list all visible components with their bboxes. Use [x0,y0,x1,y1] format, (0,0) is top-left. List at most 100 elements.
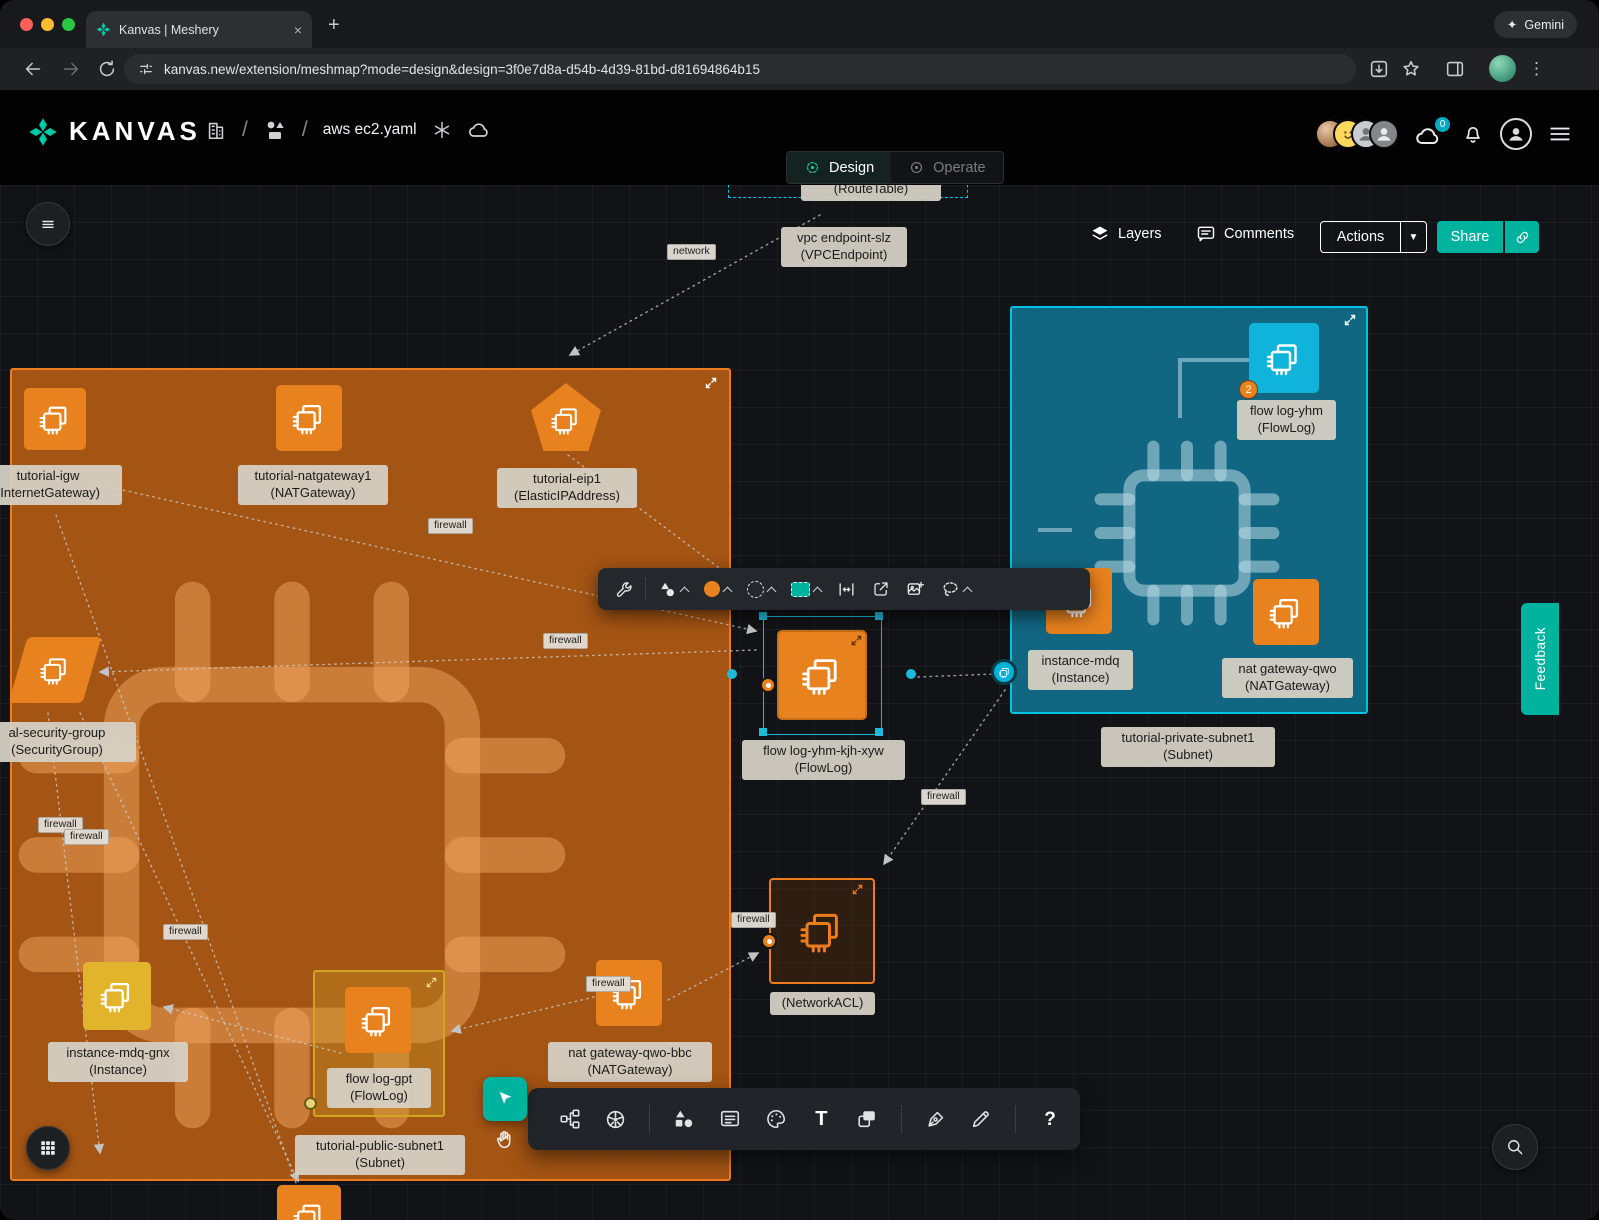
zoom-button[interactable] [1492,1124,1538,1170]
tab-operate[interactable]: Operate [891,152,1002,183]
selection-handle[interactable] [759,612,767,620]
node-instance-gnx[interactable] [83,962,151,1030]
node-label-natgateway1: tutorial-natgateway1 (NATGateway) [238,465,388,505]
traffic-close-button[interactable] [20,18,33,31]
node-label-private-subnet: tutorial-private-subnet1 (Subnet) [1101,727,1275,767]
pencil-icon [970,1108,992,1130]
relationships-tool[interactable] [558,1106,582,1132]
relationship-badge[interactable] [761,933,777,949]
selection-handle[interactable] [759,728,767,736]
resize-text-tool[interactable] [829,568,864,610]
selection-handle[interactable] [875,612,883,620]
rectangle-node-tool[interactable] [783,568,829,610]
expand-icon[interactable] [852,884,863,895]
user-profile-button[interactable] [1500,118,1532,150]
tab-design[interactable]: Design [787,152,891,183]
help-tool[interactable]: ? [1038,1106,1062,1132]
pen-tool[interactable] [924,1106,948,1132]
gemini-badge[interactable]: ✦ Gemini [1494,11,1577,38]
workspace-icon[interactable] [263,118,287,142]
node-flowlog-gpt[interactable] [345,987,411,1053]
edge-label-firewall: firewall [64,829,109,845]
image-add-icon [906,580,925,599]
menu-icon[interactable] [1547,121,1573,147]
comments-button[interactable]: Comments [1196,224,1294,244]
chevron-up-icon[interactable] [723,586,733,596]
browser-tab[interactable]: Kanvas | Meshery × [86,11,312,48]
back-icon[interactable] [22,58,44,80]
selection-handle[interactable] [875,728,883,736]
node-natgateway-qwo[interactable] [1253,579,1319,645]
palette-tool[interactable] [764,1106,788,1132]
notes-tool[interactable] [718,1106,742,1132]
node-natgateway-bbc[interactable] [596,960,662,1026]
expand-icon[interactable] [1344,314,1356,326]
browser-panel-icon[interactable] [1444,58,1466,80]
expand-icon[interactable] [705,377,717,389]
relationship-badge[interactable] [760,677,776,693]
actions-button[interactable]: Actions [1320,221,1400,253]
forward-icon[interactable] [60,58,82,80]
connection-handle[interactable] [906,669,916,679]
url-toolbar: kanvas.new/extension/meshmap?mode=design… [0,48,1599,90]
layers-button[interactable]: Layers [1090,224,1162,244]
share-link-button[interactable] [1505,221,1539,253]
dashed-selection-tool[interactable] [739,568,783,610]
expand-icon[interactable] [851,635,862,646]
traffic-minimize-button[interactable] [41,18,54,31]
edge-label-firewall: firewall [543,633,588,649]
cloud-status-button[interactable]: 0 [1414,119,1446,149]
expand-icon[interactable] [426,977,437,988]
lasso-tool[interactable] [933,568,979,610]
group-port-badge[interactable] [304,1097,317,1110]
chevron-up-icon[interactable] [963,586,973,596]
configure-tool[interactable] [606,568,641,610]
canvas-menu-button[interactable] [26,202,70,246]
screenshot-tool[interactable] [898,568,933,610]
address-bar[interactable]: kanvas.new/extension/meshmap?mode=design… [124,54,1356,84]
design-file-name[interactable]: aws ec2.yaml [323,121,417,139]
chevron-down-icon: ▼ [1409,232,1419,243]
pan-tool-button[interactable] [487,1125,523,1155]
chevron-up-icon[interactable] [813,586,823,596]
new-tab-button[interactable]: + [328,15,340,35]
browser-menu-icon[interactable]: ⋮ [1528,57,1545,81]
reload-icon[interactable] [96,58,118,80]
tab-close-icon[interactable]: × [294,23,302,37]
node-natgateway1[interactable] [276,385,342,451]
traffic-zoom-button[interactable] [62,18,75,31]
chevron-up-icon[interactable] [767,586,777,596]
bookmark-star-icon[interactable] [1400,58,1422,80]
share-button[interactable]: Share [1437,221,1503,253]
node-internet-gateway[interactable] [24,388,86,450]
snowflake-icon[interactable] [432,120,452,140]
select-tool-button[interactable] [483,1077,527,1121]
collaborator-avatar[interactable] [1369,119,1399,149]
open-in-new-tool[interactable] [864,568,898,610]
feedback-tab[interactable]: Feedback [1521,603,1559,715]
node-flowlog-yhm[interactable] [1249,323,1319,393]
save-icon[interactable] [1368,58,1390,80]
apps-grid-button[interactable] [26,1126,70,1170]
shapes-dock-tool[interactable] [672,1106,696,1132]
pencil-tool[interactable] [970,1106,994,1132]
kanvas-logo[interactable]: KANVAS [28,116,201,147]
connection-handle[interactable] [727,669,737,679]
text-tool[interactable]: T [810,1106,834,1132]
organization-icon[interactable] [205,119,227,141]
cloud-sync-icon[interactable] [467,118,491,142]
shapes-tool[interactable] [650,568,696,610]
kubernetes-tool[interactable] [604,1106,628,1132]
actions-dropdown-button[interactable]: ▼ [1400,221,1427,253]
browser-profile-avatar[interactable] [1489,55,1516,82]
node-label-flowlog-gpt: flow log-gpt (FlowLog) [327,1068,431,1108]
node-label-routetable: (RouteTable) [801,185,941,201]
tune-icon[interactable] [138,61,154,77]
chevron-up-icon[interactable] [680,586,690,596]
design-canvas[interactable]: (RouteTable) vpc endpoint-slz (VPCEndpoi… [0,185,1599,1220]
notifications-bell-icon[interactable] [1461,122,1485,146]
circle-node-tool[interactable] [696,568,739,610]
container-tool[interactable] [855,1106,879,1132]
node-partial-bottom[interactable] [277,1185,341,1220]
subnet-connection-point[interactable] [991,659,1017,685]
